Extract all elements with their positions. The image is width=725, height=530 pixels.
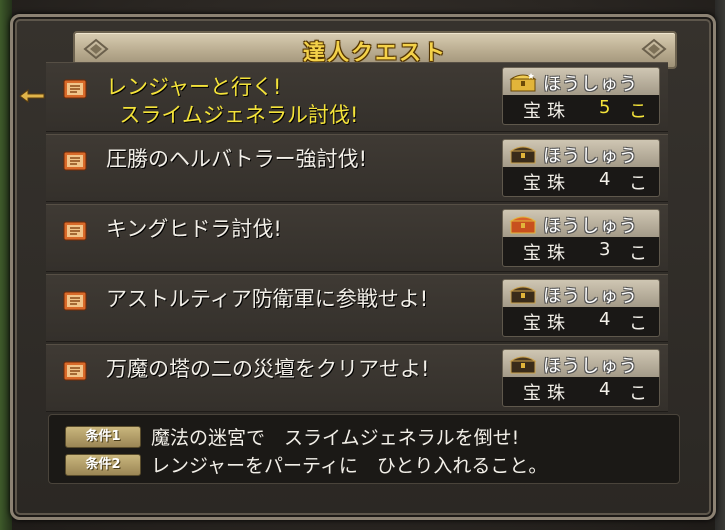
reward-quantity: 4 (599, 379, 611, 400)
scroll-icon (63, 151, 87, 171)
reward-box: ほうしゅう 宝珠 4 こ (502, 279, 660, 337)
reward-label: ほうしゅう (543, 286, 638, 307)
reward-box: ほうしゅう 宝珠 3 こ (502, 209, 660, 267)
gold-chest-icon (509, 73, 537, 92)
reward-detail: 宝珠 5 こ (502, 95, 660, 125)
conditions-panel: 条件1 魔法の迷宮で スライムジェネラルを倒せ! 条件2 レンジャーをパーティに… (48, 414, 680, 484)
reward-header: ほうしゅう (502, 279, 660, 308)
reward-item: 宝珠 (523, 173, 571, 194)
reward-unit: こ (629, 313, 647, 334)
reward-item: 宝珠 (523, 101, 571, 122)
scroll-icon (63, 221, 87, 241)
reward-detail: 宝珠 4 こ (502, 167, 660, 197)
reward-label: ほうしゅう (543, 146, 638, 167)
reward-unit: こ (629, 173, 647, 194)
reward-item: 宝珠 (523, 243, 571, 264)
reward-unit: こ (629, 101, 647, 122)
reward-quantity: 4 (599, 169, 611, 190)
condition-badge: 条件2 (65, 454, 141, 476)
quest-row[interactable]: 万魔の塔の二の災壇をクリアせよ! ほうしゅう 宝珠 4 こ (46, 344, 668, 412)
reward-label: ほうしゅう (543, 74, 638, 95)
quest-name: アストルティア防衛軍に参戦せよ! (106, 287, 429, 311)
quest-name: レンジャーと行く! スライムジェネラル討伐! (106, 75, 359, 127)
reward-item: 宝珠 (523, 383, 571, 404)
quest-row[interactable]: アストルティア防衛軍に参戦せよ! ほうしゅう 宝珠 4 こ (46, 274, 668, 342)
quest-name: キングヒドラ討伐! (106, 217, 282, 241)
reward-item: 宝珠 (523, 313, 571, 334)
condition-badge: 条件1 (65, 426, 141, 448)
reward-unit: こ (629, 383, 647, 404)
reward-box: ほうしゅう 宝珠 4 こ (502, 349, 660, 407)
reward-box: ほうしゅう 宝珠 5 こ (502, 67, 660, 125)
red-chest-icon (509, 216, 537, 234)
reward-label: ほうしゅう (543, 356, 638, 377)
scroll-icon (63, 361, 87, 381)
reward-quantity: 4 (599, 309, 611, 330)
reward-label: ほうしゅう (543, 216, 638, 237)
quest-row[interactable]: レンジャーと行く! スライムジェネラル討伐! ほうしゅう 宝珠 5 こ (46, 62, 668, 132)
ornament-right-icon (641, 38, 667, 60)
scroll-icon (63, 79, 87, 99)
quest-row[interactable]: キングヒドラ討伐! ほうしゅう 宝珠 3 こ (46, 204, 668, 272)
reward-quantity: 5 (599, 97, 611, 118)
reward-header: ほうしゅう (502, 349, 660, 378)
dark-chest-icon (509, 356, 537, 374)
quest-name: 圧勝のヘルバトラー強討伐! (106, 147, 368, 171)
reward-box: ほうしゅう 宝珠 4 こ (502, 139, 660, 197)
background-right-edge (715, 0, 725, 530)
condition-text: レンジャーをパーティに ひとり入れること。 (151, 455, 548, 477)
reward-detail: 宝珠 3 こ (502, 237, 660, 267)
reward-header: ほうしゅう (502, 139, 660, 168)
reward-header: ほうしゅう (502, 67, 660, 96)
quest-name: 万魔の塔の二の災壇をクリアせよ! (106, 357, 430, 381)
quest-list: レンジャーと行く! スライムジェネラル討伐! ほうしゅう 宝珠 5 こ 圧勝のヘ… (46, 62, 668, 414)
selection-cursor-icon (19, 89, 45, 103)
dark-chest-icon (509, 286, 537, 304)
reward-detail: 宝珠 4 こ (502, 377, 660, 407)
scroll-icon (63, 291, 87, 311)
reward-quantity: 3 (599, 239, 611, 260)
dark-chest-icon (509, 146, 537, 164)
reward-detail: 宝珠 4 こ (502, 307, 660, 337)
condition-text: 魔法の迷宮で スライムジェネラルを倒せ! (151, 427, 520, 449)
quest-row[interactable]: 圧勝のヘルバトラー強討伐! ほうしゅう 宝珠 4 こ (46, 134, 668, 202)
reward-header: ほうしゅう (502, 209, 660, 238)
reward-unit: こ (629, 243, 647, 264)
